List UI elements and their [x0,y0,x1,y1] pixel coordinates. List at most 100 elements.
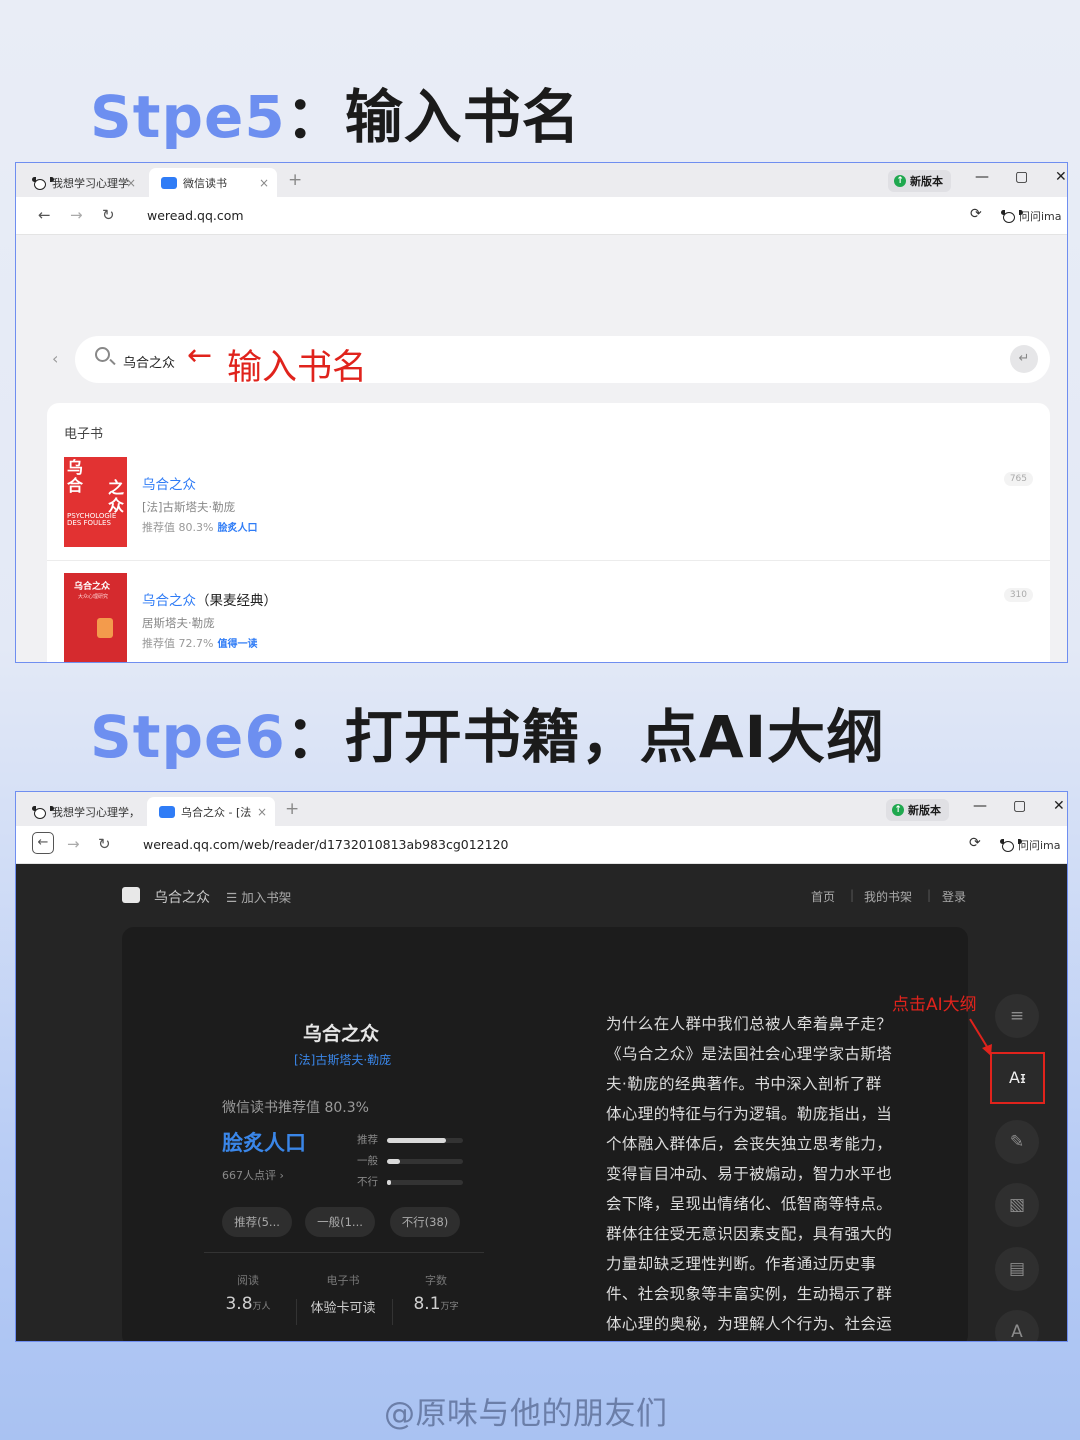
no-image-icon[interactable]: ▧ [995,1183,1039,1227]
reviews-link[interactable]: 667人点评 › [222,1167,284,1183]
ima-label: 问问ima [1018,839,1061,852]
ima-button[interactable]: 问问ima [1000,837,1061,853]
new-version-label: 新版本 [908,804,941,817]
reload-icon[interactable]: ↻ [98,835,111,853]
new-version-button[interactable]: ↑ 新版本 [888,170,951,192]
nav-home[interactable]: 首页 [811,888,835,905]
book-rating: 推荐值 72.7% 值得一读 [142,635,257,651]
search-box[interactable]: 乌合之众 ← 输入书名 ↵ [75,336,1050,388]
bar-track [387,1180,463,1185]
tab-label: 我想学习心理学， [52,805,140,819]
divider [47,560,1050,561]
tab-weread[interactable]: 微信读书 × [149,168,277,197]
book-intro: 为什么在人群中我们总被人牵着鼻子走？《乌合之众》是法国社会心理学家古斯塔夫·勒庞… [606,1015,893,1333]
maximize-button[interactable]: ▢ [1015,169,1028,185]
new-tab-button[interactable]: + [288,170,302,190]
weread-logo-icon[interactable] [122,887,140,903]
cover-title: 乌合 [67,458,84,495]
new-version-button[interactable]: ↑ 新版本 [886,799,949,821]
arrow-up-icon: ↑ [894,175,906,187]
cover-title: 之众 [108,478,125,515]
book-author: 居斯塔夫·勒庞 [142,616,215,630]
result-item[interactable]: 乌合之众 大众心理研究 乌合之众（果麦经典） 居斯塔夫·勒庞 推荐值 72.7%… [47,573,1050,662]
new-tab-button[interactable]: + [285,799,299,819]
maximize-button[interactable]: ▢ [1013,798,1026,814]
add-to-shelf-button[interactable]: ☰ 加入书架 [226,887,291,906]
forward-arrow-icon[interactable]: → [67,835,80,853]
ima-label: 问问ima [1019,210,1062,223]
bar-track [387,1138,463,1143]
ai-refresh-icon[interactable]: ⟳ [970,206,982,222]
filter-recommend-button[interactable]: 推荐(5... [222,1207,292,1237]
search-icon [95,347,110,362]
stat-unit: 万人 [252,1302,271,1312]
tab-psychology[interactable]: 我想学习心理学 × [20,168,144,197]
reload-icon[interactable]: ↻ [102,206,115,224]
close-window-button[interactable]: ✕ [1053,798,1065,814]
ai-outline-button[interactable]: Aᵻ [990,1052,1045,1104]
stat-value: 体验卡可读 [310,1301,376,1316]
tab-bar: 我想学习心理学 × 微信读书 × + ↑ 新版本 — ▢ ✕ [16,163,1067,197]
weread-icon [159,805,175,818]
step6-text: ：打开书籍，点AI大纲 [285,703,886,771]
nav-separator: | [927,888,932,902]
nav-my-shelf[interactable]: 我的书架 [864,888,912,905]
minimize-button[interactable]: — [973,798,987,814]
book-author[interactable]: [法]古斯塔夫·勒庞 [294,1051,391,1068]
watermark: @原味与他的朋友们 [384,1396,668,1432]
close-tab-icon[interactable]: × [257,805,267,819]
ima-button[interactable]: 问问ima [1001,208,1062,224]
enter-icon[interactable]: ↵ [1010,345,1038,373]
filter-bad-button[interactable]: 不行(38) [390,1207,460,1237]
bar-fill [387,1138,447,1143]
notes-icon[interactable]: ▤ [995,1247,1039,1291]
back-arrow-icon[interactable]: ← [38,206,51,224]
panda-icon [32,805,54,819]
reader-count: 310 [1003,588,1033,602]
step6-title: Stpe6：打开书籍，点AI大纲 [90,708,885,766]
url-field[interactable]: weread.qq.com [147,208,244,223]
tab-label: 乌合之众 - [法 [181,805,252,819]
font-icon[interactable]: A [995,1310,1039,1341]
bar-label: 不行 [357,1176,378,1188]
reader-book-title: 乌合之众 [154,890,210,906]
stat-value: 3.8 [225,1294,253,1314]
divider [392,1299,393,1325]
menu-icon[interactable]: ≡ [995,994,1039,1038]
minimize-button[interactable]: — [975,169,989,185]
back-chevron-icon[interactable]: ‹ [52,349,58,368]
bar-label: 推荐 [357,1134,378,1146]
book-title-text: 乌合之众 [142,477,196,493]
address-bar: ← → ↻ weread.qq.com ⟳ 问问ima [16,197,1067,235]
stat-readers: 阅读 3.8万人 [208,1272,288,1314]
tab-label: 微信读书 [183,176,227,190]
rating-badge: 值得一读 [217,639,258,650]
rating-bar-recommend: 推荐 [357,1132,467,1153]
book-title-text: 乌合之众 [142,593,196,609]
stat-ebook: 电子书 体验卡可读 [303,1272,383,1316]
result-item[interactable]: 乌合 之众 PSYCHOLOGIE DES FOULES 乌合之众 [法]古斯塔… [47,457,1050,573]
rating-badge: 脍炙人口 [217,523,258,534]
bar-track [387,1159,463,1164]
rating-bar-bad: 不行 [357,1174,467,1195]
nav-login[interactable]: 登录 [942,888,966,905]
tab-psychology[interactable]: 我想学习心理学， [20,797,144,826]
close-tab-icon[interactable]: × [259,176,269,190]
url-field[interactable]: weread.qq.com/web/reader/d1732010813ab98… [143,837,508,852]
tab-book[interactable]: 乌合之众 - [法 × [147,797,275,826]
close-tab-icon[interactable]: × [126,176,136,190]
cover-art-icon [97,618,113,638]
back-arrow-icon[interactable]: ← [32,832,54,854]
step5-text: ：输入书名 [285,83,581,151]
close-window-button[interactable]: ✕ [1055,169,1067,185]
book-title[interactable]: 乌合之众（果麦经典） [142,589,277,609]
book-title[interactable]: 乌合之众 [142,473,196,493]
stat-value: 8.1 [413,1294,441,1314]
filter-average-button[interactable]: 一般(1... [305,1207,375,1237]
pen-icon[interactable]: ✎ [995,1120,1039,1164]
search-input[interactable]: 乌合之众 [123,352,175,371]
forward-arrow-icon[interactable]: → [70,206,83,224]
divider [204,1252,484,1253]
stat-words: 字数 8.1万字 [396,1272,476,1314]
ai-refresh-icon[interactable]: ⟳ [969,835,981,851]
